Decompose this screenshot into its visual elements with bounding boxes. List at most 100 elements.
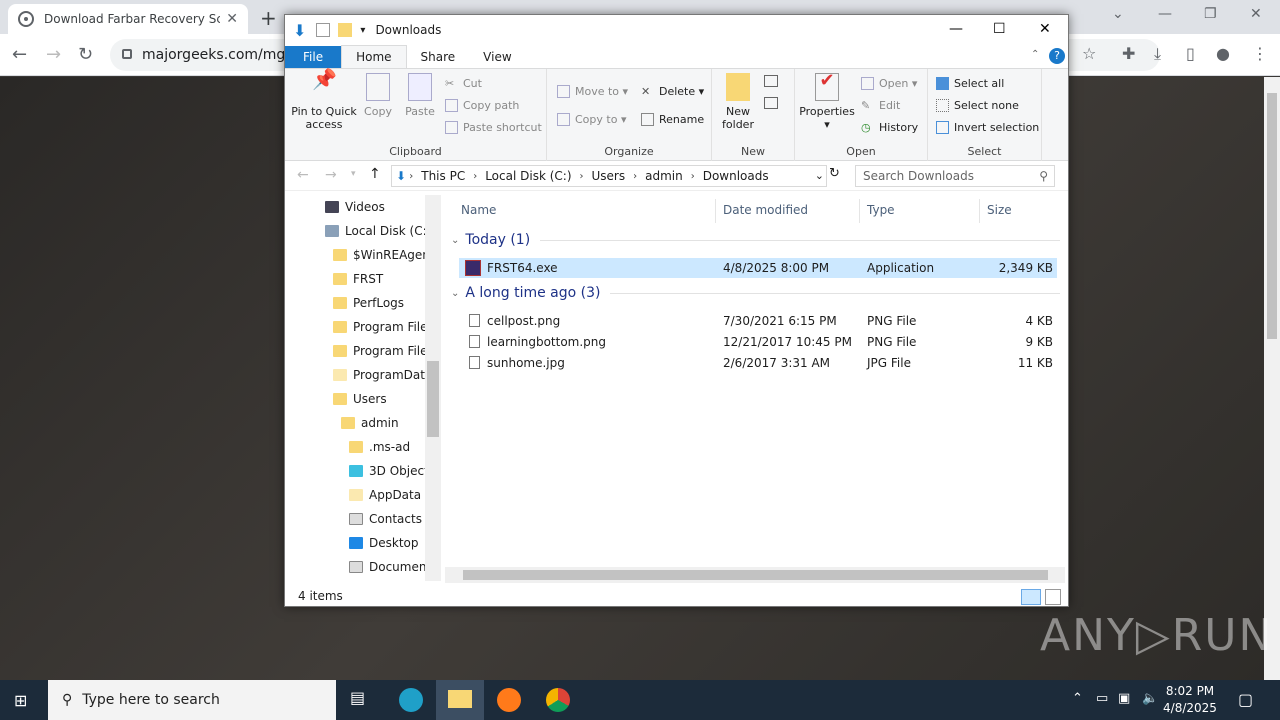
profile-avatar[interactable]: ● — [1216, 44, 1230, 63]
nav-item[interactable]: Program Files — [333, 315, 434, 339]
tab-view[interactable]: View — [469, 46, 525, 68]
properties-qa-icon[interactable] — [316, 23, 331, 37]
nav-item[interactable]: .ms-ad — [349, 435, 410, 459]
move-to-button[interactable]: Move to ▾ — [557, 85, 628, 98]
windows-start-icon[interactable]: ⊞ — [14, 691, 27, 710]
column-type[interactable]: Type — [867, 203, 895, 217]
breadcrumb[interactable]: ⬇ › This PC › Local Disk (C:) › Users › adm… — [391, 165, 827, 187]
side-panel-icon[interactable]: ▯ — [1186, 44, 1195, 63]
qa-dropdown-icon[interactable]: ▾ — [360, 25, 365, 36]
notifications-icon[interactable]: ▢ — [1238, 690, 1253, 709]
back-button[interactable]: ← — [12, 44, 27, 65]
breadcrumb-admin[interactable]: admin — [645, 169, 683, 183]
nav-item[interactable]: 3D Objects — [349, 459, 435, 483]
nav-item[interactable]: admin — [341, 411, 399, 435]
open-button[interactable]: Open ▾ — [861, 77, 917, 90]
nav-item[interactable]: Desktop — [349, 531, 419, 555]
tab-close-icon[interactable]: ✕ — [226, 11, 238, 27]
nav-item[interactable]: $WinREAgent — [333, 243, 435, 267]
nav-scrollbar[interactable] — [425, 195, 441, 581]
paste-shortcut-button[interactable]: Paste shortcut — [445, 121, 542, 134]
column-divider[interactable] — [979, 199, 980, 223]
nav-item[interactable]: Local Disk (C:) — [325, 219, 431, 243]
new-tab-button[interactable]: + — [260, 6, 277, 30]
paste-button[interactable]: Paste — [403, 73, 437, 118]
select-none-button[interactable]: Select none — [936, 99, 1019, 112]
browser-restore-button[interactable]: ❐ — [1204, 6, 1217, 22]
explorer-back-button[interactable]: ← — [297, 167, 309, 183]
column-name[interactable]: Name — [461, 203, 496, 217]
file-row[interactable]: learningbottom.png 12/21/2017 10:45 PM P… — [459, 332, 1057, 352]
browser-close-button[interactable]: ✕ — [1250, 6, 1262, 22]
tab-home[interactable]: Home — [341, 45, 407, 68]
explorer-minimize-button[interactable]: — — [949, 21, 963, 37]
explorer-maximize-button[interactable]: ☐ — [993, 21, 1006, 37]
volume-icon[interactable]: 🔈 — [1142, 691, 1158, 706]
page-scrollbar[interactable] — [1264, 77, 1280, 680]
help-icon[interactable]: ? — [1049, 48, 1065, 64]
edge-icon[interactable] — [399, 688, 423, 712]
bookmark-star-icon[interactable]: ☆ — [1082, 44, 1096, 63]
recent-locations-button[interactable]: ▾ — [351, 169, 356, 179]
menu-kebab-icon[interactable]: ⋮ — [1252, 44, 1268, 63]
nav-item[interactable]: ProgramData — [333, 363, 432, 387]
forward-button[interactable]: → — [46, 44, 61, 65]
browser-minimize-button[interactable]: — — [1158, 6, 1172, 22]
new-item-icon[interactable] — [764, 75, 778, 87]
nav-scrollbar-thumb[interactable] — [427, 361, 439, 437]
properties-button[interactable]: ✔ Properties ▾ — [797, 72, 857, 132]
address-dropdown-icon[interactable]: ⌄ — [815, 169, 824, 182]
tab-search-icon[interactable]: ⌄ — [1112, 6, 1124, 22]
horizontal-scrollbar-thumb[interactable] — [463, 570, 1048, 580]
nav-item[interactable]: AppData — [349, 483, 421, 507]
explorer-taskbar-active[interactable] — [436, 680, 484, 720]
file-row[interactable]: sunhome.jpg 2/6/2017 3:31 AM JPG File 11… — [459, 353, 1057, 373]
taskbar-search[interactable]: ⚲ Type here to search — [48, 680, 336, 720]
explorer-forward-button[interactable]: → — [325, 167, 337, 183]
nav-item[interactable]: Videos — [325, 195, 385, 219]
breadcrumb-users[interactable]: Users — [592, 169, 626, 183]
column-divider[interactable] — [859, 199, 860, 223]
breadcrumb-local-disk[interactable]: Local Disk (C:) — [485, 169, 571, 183]
breadcrumb-this-pc[interactable]: This PC — [421, 169, 465, 183]
chrome-icon[interactable] — [546, 688, 570, 712]
clock[interactable]: 8:02 PM 4/8/2025 — [1160, 683, 1220, 717]
horizontal-scrollbar[interactable] — [445, 567, 1065, 583]
nav-item[interactable]: Contacts — [349, 507, 422, 531]
nav-item[interactable]: PerfLogs — [333, 291, 404, 315]
details-view-icon[interactable] — [1021, 589, 1041, 605]
column-size[interactable]: Size — [987, 203, 1012, 217]
network-icon[interactable]: ▣ — [1118, 691, 1130, 706]
browser-tab[interactable]: Download Farbar Recovery Scan ✕ — [8, 4, 248, 34]
group-long-ago[interactable]: ⌄ A long time ago (3) — [451, 285, 1061, 301]
copy-button[interactable]: Copy — [361, 73, 395, 118]
large-icons-view-icon[interactable] — [1045, 589, 1061, 605]
invert-selection-button[interactable]: Invert selection — [936, 121, 1039, 134]
tab-file[interactable]: File — [285, 46, 342, 68]
history-button[interactable]: ◷ History — [861, 121, 918, 134]
group-today[interactable]: ⌄ Today (1) — [451, 232, 1061, 248]
explorer-close-button[interactable]: ✕ — [1039, 21, 1051, 37]
copy-path-button[interactable]: Copy path — [445, 99, 519, 112]
nav-item[interactable]: FRST — [333, 267, 383, 291]
collapse-ribbon-icon[interactable]: ⌃ — [1031, 49, 1039, 60]
nav-item[interactable]: Program Files — [333, 339, 434, 363]
reload-button[interactable]: ↻ — [78, 44, 93, 65]
tab-share[interactable]: Share — [407, 46, 470, 68]
breadcrumb-downloads[interactable]: Downloads — [703, 169, 769, 183]
edit-button[interactable]: ✎ Edit — [861, 99, 900, 112]
column-divider[interactable] — [715, 199, 716, 223]
easy-access-icon[interactable] — [764, 97, 778, 109]
file-row[interactable]: cellpost.png 7/30/2021 6:15 PM PNG File … — [459, 311, 1057, 331]
new-folder-qa-icon[interactable] — [338, 23, 353, 37]
refresh-icon[interactable]: ↻ — [829, 166, 840, 181]
search-input[interactable]: Search Downloads ⚲ — [855, 165, 1055, 187]
rename-button[interactable]: Rename — [641, 113, 704, 126]
up-button[interactable]: ↑ — [369, 166, 381, 182]
copy-to-button[interactable]: Copy to ▾ — [557, 113, 626, 126]
delete-button[interactable]: ✕ Delete ▾ — [641, 85, 704, 98]
task-view-icon[interactable]: ▤ — [350, 688, 374, 712]
file-row[interactable]: FRST64.exe 4/8/2025 8:00 PM Application … — [459, 258, 1057, 278]
nav-item[interactable]: Users — [333, 387, 387, 411]
downloads-icon[interactable]: ⤓ — [1154, 44, 1161, 64]
